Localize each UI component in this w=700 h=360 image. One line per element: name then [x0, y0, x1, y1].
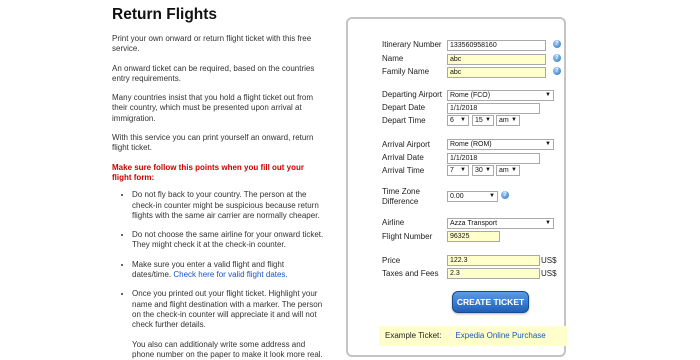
- chevron-down-icon: ▼: [511, 117, 517, 123]
- time-zone-value: 0.00: [450, 193, 464, 200]
- chevron-down-icon: ▼: [485, 167, 491, 173]
- chevron-down-icon: ▼: [545, 220, 551, 226]
- chevron-down-icon: ▼: [460, 117, 466, 123]
- intro-paragraph: Print your own onward or return flight t…: [112, 34, 312, 54]
- list-item: Do not choose the same airline for your …: [132, 230, 324, 251]
- valid-dates-link[interactable]: Check here for valid flight dates.: [173, 270, 287, 279]
- depart-ampm-value: am: [499, 117, 509, 124]
- itinerary-input[interactable]: 133560958160: [447, 40, 546, 51]
- extra-tip: You also can additionaly write some addr…: [132, 339, 323, 359]
- list-item: Do not fly back to your country. The per…: [132, 190, 324, 221]
- chevron-down-icon: ▼: [545, 92, 551, 98]
- depart-hour-value: 6: [450, 117, 454, 124]
- taxes-label: Taxes and Fees: [382, 269, 439, 278]
- arrival-minute-select[interactable]: 30 ▼: [472, 165, 494, 176]
- example-label: Example Ticket:: [385, 331, 442, 340]
- time-zone-label: Time Zone: [382, 187, 420, 196]
- chevron-down-icon: ▼: [511, 167, 517, 173]
- taxes-currency: US$: [541, 269, 557, 278]
- help-icon[interactable]: ?: [553, 40, 561, 48]
- chevron-down-icon: ▼: [460, 167, 466, 173]
- chevron-down-icon: ▼: [489, 193, 495, 199]
- arrival-hour-value: 7: [450, 167, 454, 174]
- arrival-minute-value: 30: [475, 167, 483, 174]
- family-name-input[interactable]: abc: [447, 67, 546, 78]
- ticket-form: Itinerary Number 133560958160 ? Name abc…: [346, 17, 567, 357]
- list-item: Once you printed out your flight ticket.…: [132, 289, 324, 330]
- intro-paragraph: With this service you can print yourself…: [112, 133, 314, 153]
- arrival-time-label: Arrival Time: [382, 166, 425, 175]
- create-ticket-button[interactable]: CREATE TICKET: [452, 291, 529, 313]
- warning-text: Make sure follow this points when you fi…: [112, 162, 305, 182]
- departing-airport-value: Rome (FCO): [450, 92, 491, 99]
- depart-hour-select[interactable]: 6 ▼: [447, 115, 469, 126]
- price-label: Price: [382, 256, 401, 265]
- flight-number-input[interactable]: 96325: [447, 231, 500, 242]
- price-currency: US$: [541, 256, 557, 265]
- name-label: Name: [382, 54, 404, 63]
- price-input[interactable]: 122.3: [447, 255, 540, 266]
- time-zone-label: Difference: [382, 197, 419, 206]
- flight-number-label: Flight Number: [382, 232, 433, 241]
- help-icon[interactable]: ?: [553, 54, 561, 62]
- depart-ampm-select[interactable]: am ▼: [496, 115, 520, 126]
- example-ticket-box: Example Ticket: Expedia Online Purchase: [379, 326, 567, 346]
- arrival-date-label: Arrival Date: [382, 153, 424, 162]
- depart-date-label: Depart Date: [382, 103, 426, 112]
- departing-airport-select[interactable]: Rome (FCO) ▼: [447, 90, 554, 101]
- chevron-down-icon: ▼: [485, 117, 491, 123]
- name-input[interactable]: abc: [447, 54, 546, 65]
- arrival-hour-select[interactable]: 7 ▼: [447, 165, 469, 176]
- list-item: Make sure you enter a valid flight and f…: [132, 260, 324, 281]
- taxes-input[interactable]: 2.3: [447, 268, 540, 279]
- arrival-ampm-select[interactable]: am ▼: [496, 165, 520, 176]
- arrival-airport-select[interactable]: Rome (ROM) ▼: [447, 139, 554, 150]
- help-icon[interactable]: ?: [501, 191, 509, 199]
- depart-date-input[interactable]: 1/1/2018: [447, 103, 540, 114]
- intro-paragraph: Many countries insist that you hold a fl…: [112, 93, 313, 123]
- arrival-airport-value: Rome (ROM): [450, 141, 492, 148]
- chevron-down-icon: ▼: [545, 141, 551, 147]
- itinerary-label: Itinerary Number: [382, 40, 442, 49]
- arrival-airport-label: Arrival Airport: [382, 140, 431, 149]
- time-zone-select[interactable]: 0.00 ▼: [447, 191, 498, 202]
- arrival-date-input[interactable]: 1/1/2018: [447, 153, 540, 164]
- depart-minute-select[interactable]: 15 ▼: [472, 115, 494, 126]
- airline-value: Azza Transport: [450, 220, 498, 227]
- family-name-label: Family Name: [382, 67, 430, 76]
- airline-label: Airline: [382, 218, 405, 227]
- arrival-ampm-value: am: [499, 167, 509, 174]
- depart-minute-value: 15: [475, 117, 483, 124]
- airline-select[interactable]: Azza Transport ▼: [447, 218, 554, 229]
- intro-paragraph: An onward ticket can be required, based …: [112, 63, 315, 83]
- help-icon[interactable]: ?: [553, 67, 561, 75]
- example-ticket-link[interactable]: Expedia Online Purchase: [455, 331, 545, 340]
- departing-airport-label: Departing Airport: [382, 90, 443, 99]
- depart-time-label: Depart Time: [382, 116, 426, 125]
- page-title: Return Flights: [112, 6, 218, 23]
- intro-column: Return Flights Print your own onward or …: [112, 6, 324, 360]
- tips-list: Do not fly back to your country. The per…: [112, 190, 324, 330]
